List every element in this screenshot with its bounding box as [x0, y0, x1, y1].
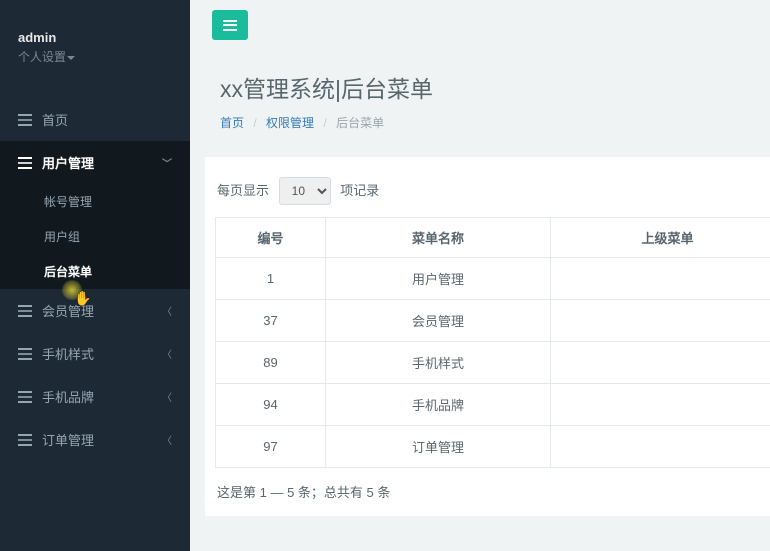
table-row[interactable]: 97订单管理: [216, 426, 770, 468]
cell-parent: [551, 342, 770, 384]
cell-id: 89: [216, 342, 326, 384]
nav-label: 首页: [42, 110, 68, 129]
cell-name: 手机品牌: [326, 384, 551, 426]
chevron-left-icon: 〈: [162, 346, 172, 361]
cell-name: 会员管理: [326, 300, 551, 342]
sidebar-item-phone-style[interactable]: 手机样式 〈: [0, 332, 190, 375]
cell-id: 97: [216, 426, 326, 468]
breadcrumb-sep: /: [323, 116, 326, 130]
page-size-select[interactable]: 10: [279, 177, 331, 205]
table-info: 这是第 1 — 5 条；总共有 5 条: [215, 482, 770, 501]
cell-id: 94: [216, 384, 326, 426]
breadcrumb-sep: /: [253, 116, 256, 130]
sidebar-submenu: 帐号管理 用户组 后台菜单: [0, 184, 190, 289]
sidebar-item-order-mgmt[interactable]: 订单管理 〈: [0, 418, 190, 461]
nav-label: 订单管理: [42, 430, 94, 449]
cell-name: 手机样式: [326, 342, 551, 384]
sidebar-user-name: admin: [18, 30, 172, 45]
cell-name: 订单管理: [326, 426, 551, 468]
col-header-name[interactable]: 菜单名称: [326, 218, 551, 258]
sidebar-user-settings[interactable]: 个人设置: [18, 48, 172, 65]
grid-icon: [18, 114, 32, 126]
breadcrumb: 首页 / 权限管理 / 后台菜单: [220, 114, 740, 131]
data-table: 编号 菜单名称 上级菜单 1用户管理37会员管理89手机样式94手机品牌97订单…: [215, 217, 770, 468]
sidebar-subitem-usergroup[interactable]: 用户组: [0, 219, 190, 254]
table-length-control: 每页显示 10 项记录: [215, 177, 770, 205]
grid-icon: [18, 348, 32, 360]
cell-parent: [551, 300, 770, 342]
content-card: 每页显示 10 项记录 编号 菜单名称 上级菜单 1用户管理37会员管理89手机…: [205, 157, 770, 516]
col-header-parent[interactable]: 上级菜单: [551, 218, 770, 258]
breadcrumb-mid[interactable]: 权限管理: [266, 116, 314, 130]
sidebar-item-user-mgmt[interactable]: 用户管理 ﹀: [0, 141, 190, 184]
cell-id: 1: [216, 258, 326, 300]
grid-icon: [18, 157, 32, 169]
cell-parent: [551, 258, 770, 300]
grid-icon: [18, 391, 32, 403]
topbar: [190, 0, 770, 50]
chevron-down-icon: ﹀: [162, 155, 172, 170]
length-suffix: 项记录: [340, 183, 379, 198]
grid-icon: [18, 434, 32, 446]
grid-icon: [18, 305, 32, 317]
caret-down-icon: [67, 56, 75, 60]
menu-toggle-button[interactable]: [212, 10, 248, 40]
breadcrumb-home[interactable]: 首页: [220, 116, 244, 130]
chevron-left-icon: 〈: [162, 389, 172, 404]
chevron-left-icon: 〈: [162, 432, 172, 447]
table-row[interactable]: 89手机样式: [216, 342, 770, 384]
length-prefix: 每页显示: [217, 183, 269, 198]
table-row[interactable]: 1用户管理: [216, 258, 770, 300]
sidebar-item-home[interactable]: 首页: [0, 98, 190, 141]
cell-parent: [551, 384, 770, 426]
table-row[interactable]: 37会员管理: [216, 300, 770, 342]
chevron-left-icon: 〈: [162, 303, 172, 318]
table-header-row: 编号 菜单名称 上级菜单: [216, 218, 770, 258]
page-header: xx管理系统|后台菜单 首页 / 权限管理 / 后台菜单: [190, 50, 770, 149]
nav-label: 手机样式: [42, 344, 94, 363]
sidebar-user-block: admin 个人设置: [0, 0, 190, 80]
cell-parent: [551, 426, 770, 468]
breadcrumb-current: 后台菜单: [336, 116, 384, 130]
table-row[interactable]: 94手机品牌: [216, 384, 770, 426]
col-header-id[interactable]: 编号: [216, 218, 326, 258]
sidebar-item-member-mgmt[interactable]: 会员管理 〈: [0, 289, 190, 332]
sidebar-item-phone-brand[interactable]: 手机品牌 〈: [0, 375, 190, 418]
main-content: xx管理系统|后台菜单 首页 / 权限管理 / 后台菜单 每页显示 10 项记录…: [190, 0, 770, 551]
cell-name: 用户管理: [326, 258, 551, 300]
sidebar-user-settings-label: 个人设置: [18, 50, 66, 64]
sidebar-subitem-backend-menu[interactable]: 后台菜单: [0, 254, 190, 289]
nav-label: 会员管理: [42, 301, 94, 320]
hamburger-icon: [223, 20, 237, 31]
sidebar-subitem-account[interactable]: 帐号管理: [0, 184, 190, 219]
cell-id: 37: [216, 300, 326, 342]
nav-label: 用户管理: [42, 153, 94, 172]
nav-label: 手机品牌: [42, 387, 94, 406]
page-title: xx管理系统|后台菜单: [220, 70, 740, 104]
sidebar: admin 个人设置 首页 用户管理 ﹀ 帐号管理 用户组 后台菜单 会员管理 …: [0, 0, 190, 551]
